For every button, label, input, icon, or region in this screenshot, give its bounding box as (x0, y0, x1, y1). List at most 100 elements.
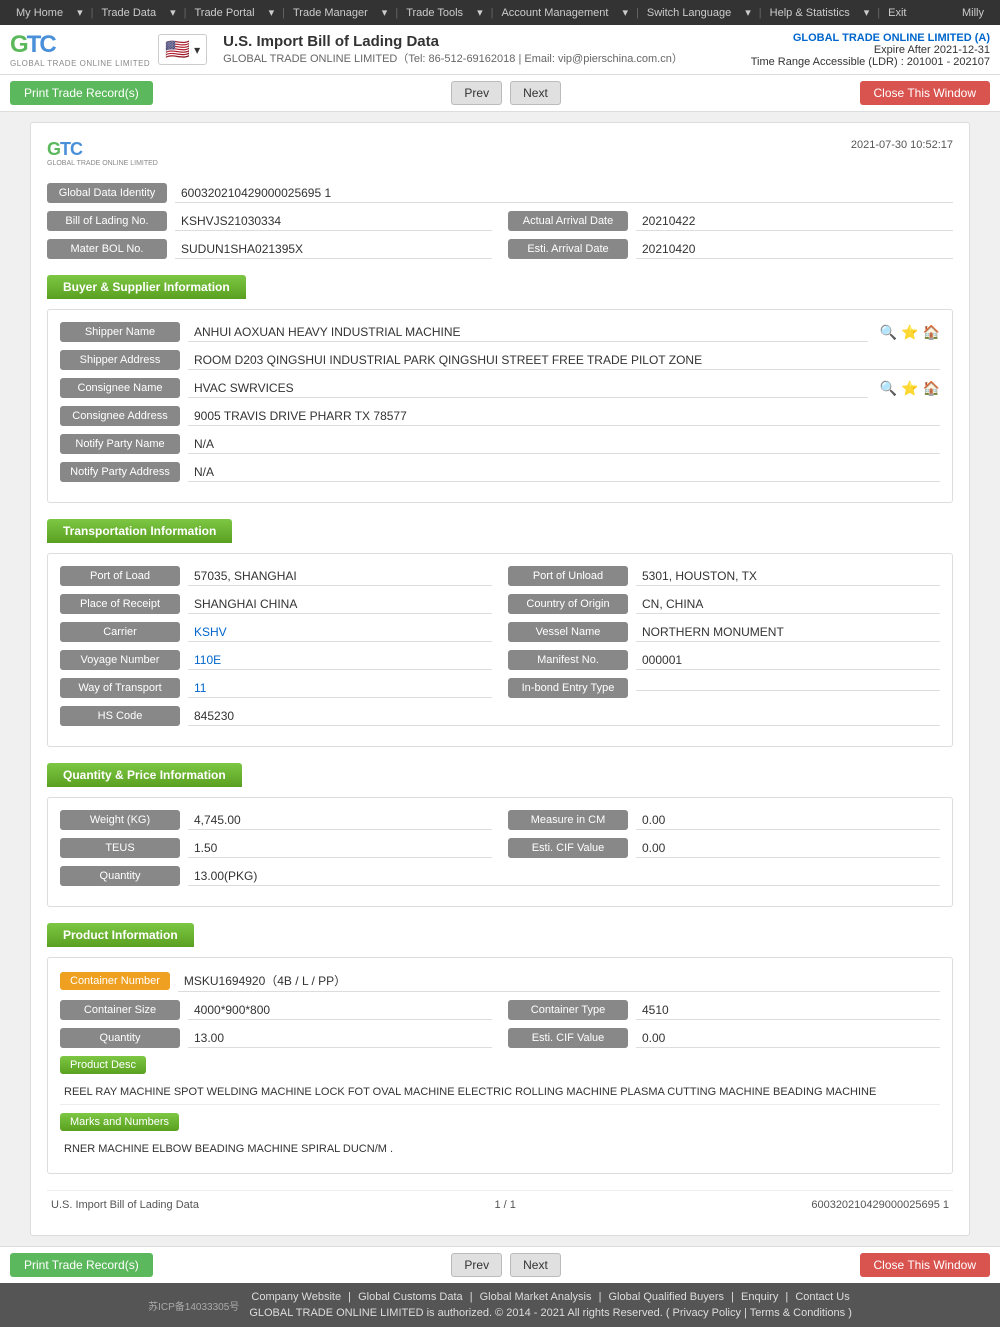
consignee-search-icon[interactable]: 🔍 (880, 380, 897, 397)
shipper-home-icon[interactable]: 🏠 (923, 324, 940, 341)
flag-selector[interactable]: 🇺🇸 ▾ (158, 34, 207, 65)
global-data-identity-label: Global Data Identity (47, 183, 167, 203)
place-of-receipt-label: Place of Receipt (60, 594, 180, 614)
nav-trade-data-arrow: ▾ (164, 4, 182, 21)
main-content: GTC GLOBAL TRADE ONLINE LIMITED 2021-07-… (0, 112, 1000, 1246)
consignee-address-value: 9005 TRAVIS DRIVE PHARR TX 78577 (188, 407, 940, 426)
close-button-bottom[interactable]: Close This Window (860, 1253, 990, 1277)
carrier-link[interactable]: KSHV (194, 625, 227, 639)
port-of-load-label: Port of Load (60, 566, 180, 586)
nav-trade-tools[interactable]: Trade Tools (400, 5, 469, 21)
nav-switch-language[interactable]: Switch Language (641, 5, 737, 21)
user-name: Milly (956, 5, 990, 21)
container-size-type-row: Container Size 4000*900*800 Container Ty… (60, 1000, 940, 1020)
weight-value: 4,745.00 (188, 811, 492, 830)
voyage-manifest-row: Voyage Number 110E Manifest No. 000001 (60, 650, 940, 670)
footer-link-global-market[interactable]: Global Market Analysis (480, 1291, 592, 1303)
next-button-top[interactable]: Next (510, 81, 561, 105)
prod-esti-cif-value: 0.00 (636, 1029, 940, 1048)
product-info-section: Product Information Container Number MSK… (47, 923, 953, 1174)
flag-arrow: ▾ (194, 43, 200, 57)
mater-bol-row: Mater BOL No. SUDUN1SHA021395X Esti. Arr… (47, 239, 953, 259)
nav-trade-manager[interactable]: Trade Manager (287, 5, 374, 21)
footer-link-global-qualified[interactable]: Global Qualified Buyers (608, 1291, 724, 1303)
record-source: U.S. Import Bill of Lading Data (51, 1199, 199, 1211)
nav-my-home[interactable]: My Home (10, 5, 69, 21)
print-button-top[interactable]: Print Trade Record(s) (10, 81, 153, 105)
nav-trade-manager-arrow: ▾ (376, 4, 394, 21)
consignee-address-label: Consignee Address (60, 406, 180, 426)
prev-button-bottom[interactable]: Prev (451, 1253, 502, 1277)
shipper-star-icon[interactable]: ⭐ (901, 324, 918, 341)
footer-link-global-customs[interactable]: Global Customs Data (358, 1291, 463, 1303)
shipper-search-icon[interactable]: 🔍 (880, 324, 897, 341)
prod-esti-cif-label: Esti. CIF Value (508, 1028, 628, 1048)
container-type-label: Container Type (508, 1000, 628, 1020)
nav-exit[interactable]: Exit (882, 5, 912, 21)
buyer-supplier-section: Buyer & Supplier Information Shipper Nam… (47, 275, 953, 503)
shipper-address-value: ROOM D203 QINGSHUI INDUSTRIAL PARK QINGS… (188, 351, 940, 370)
time-range: Time Range Accessible (LDR) : 201001 - 2… (751, 56, 990, 68)
record-page: 1 / 1 (494, 1199, 515, 1211)
consignee-name-row: Consignee Name HVAC SWRVICES 🔍 ⭐ 🏠 (60, 378, 940, 398)
footer-link-contact[interactable]: Contact Us (795, 1291, 849, 1303)
close-button-top[interactable]: Close This Window (860, 81, 990, 105)
esti-arrival-value: 20210420 (636, 240, 953, 259)
teus-cif-row: TEUS 1.50 Esti. CIF Value 0.00 (60, 838, 940, 858)
measure-cm-label: Measure in CM (508, 810, 628, 830)
manifest-no-value: 000001 (636, 651, 940, 670)
voyage-link[interactable]: 110E (194, 653, 221, 667)
print-button-bottom[interactable]: Print Trade Record(s) (10, 1253, 153, 1277)
prev-button-top[interactable]: Prev (451, 81, 502, 105)
nav-trade-data[interactable]: Trade Data (95, 5, 162, 21)
global-data-identity-row: Global Data Identity 6003202104290000256… (47, 183, 953, 203)
record-card: GTC GLOBAL TRADE ONLINE LIMITED 2021-07-… (30, 122, 970, 1236)
shipper-name-label: Shipper Name (60, 322, 180, 342)
mater-bol-label: Mater BOL No. (47, 239, 167, 259)
global-data-identity-value: 600320210429000025695 1 (175, 184, 953, 203)
container-size-label: Container Size (60, 1000, 180, 1020)
carrier-label: Carrier (60, 622, 180, 642)
gtc-logo: GTC GLOBAL TRADE ONLINE LIMITED (10, 31, 150, 68)
nav-help-statistics[interactable]: Help & Statistics (764, 5, 856, 21)
subtitle: GLOBAL TRADE ONLINE LIMITED（Tel: 86-512-… (223, 50, 751, 66)
actual-arrival-value: 20210422 (636, 212, 953, 231)
nav-trade-tools-arrow: ▾ (471, 4, 489, 21)
account-info: GLOBAL TRADE ONLINE LIMITED (A) Expire A… (751, 32, 990, 68)
hs-code-value: 845230 (188, 707, 940, 726)
bol-row: Bill of Lading No. KSHVJS21030334 Actual… (47, 211, 953, 231)
top-navigation: My Home ▾ | Trade Data ▾ | Trade Portal … (0, 0, 1000, 25)
carrier-vessel-row: Carrier KSHV Vessel Name NORTHERN MONUME… (60, 622, 940, 642)
container-size-value: 4000*900*800 (188, 1001, 492, 1020)
marks-numbers-row: Marks and Numbers (60, 1113, 940, 1131)
voyage-number-value: 110E (188, 651, 492, 670)
shipper-icons: 🔍 ⭐ 🏠 (880, 324, 940, 341)
footer-link-enquiry[interactable]: Enquiry (741, 1291, 778, 1303)
icp-number: 苏ICP备14033305号 (148, 1298, 239, 1313)
nav-trade-portal[interactable]: Trade Portal (188, 5, 260, 21)
way-of-transport-link[interactable]: 11 (194, 681, 206, 695)
logo-area: GTC GLOBAL TRADE ONLINE LIMITED 🇺🇸 ▾ (10, 31, 207, 68)
consignee-star-icon[interactable]: ⭐ (901, 380, 918, 397)
quantity-label: Quantity (60, 866, 180, 886)
nav-help-statistics-arrow: ▾ (858, 4, 876, 21)
consignee-home-icon[interactable]: 🏠 (923, 380, 940, 397)
product-desc-row: Product Desc (60, 1056, 940, 1074)
bol-label: Bill of Lading No. (47, 211, 167, 231)
bol-value: KSHVJS21030334 (175, 212, 492, 231)
vessel-name-value: NORTHERN MONUMENT (636, 623, 940, 642)
nav-account-management[interactable]: Account Management (495, 5, 614, 21)
country-of-origin-label: Country of Origin (508, 594, 628, 614)
container-number-row: Container Number MSKU1694920（4B / L / PP… (60, 970, 940, 992)
way-of-transport-value: 11 (188, 679, 492, 698)
page-title: U.S. Import Bill of Lading Data (223, 33, 751, 50)
prod-quantity-cif-row: Quantity 13.00 Esti. CIF Value 0.00 (60, 1028, 940, 1048)
next-button-bottom[interactable]: Next (510, 1253, 561, 1277)
marks-numbers-button[interactable]: Marks and Numbers (60, 1113, 179, 1131)
product-desc-button[interactable]: Product Desc (60, 1056, 146, 1074)
notify-party-name-value: N/A (188, 435, 940, 454)
quantity-price-header: Quantity & Price Information (47, 763, 242, 787)
footer-link-company-website[interactable]: Company Website (251, 1291, 341, 1303)
prod-quantity-value: 13.00 (188, 1029, 492, 1048)
notify-party-address-value: N/A (188, 463, 940, 482)
